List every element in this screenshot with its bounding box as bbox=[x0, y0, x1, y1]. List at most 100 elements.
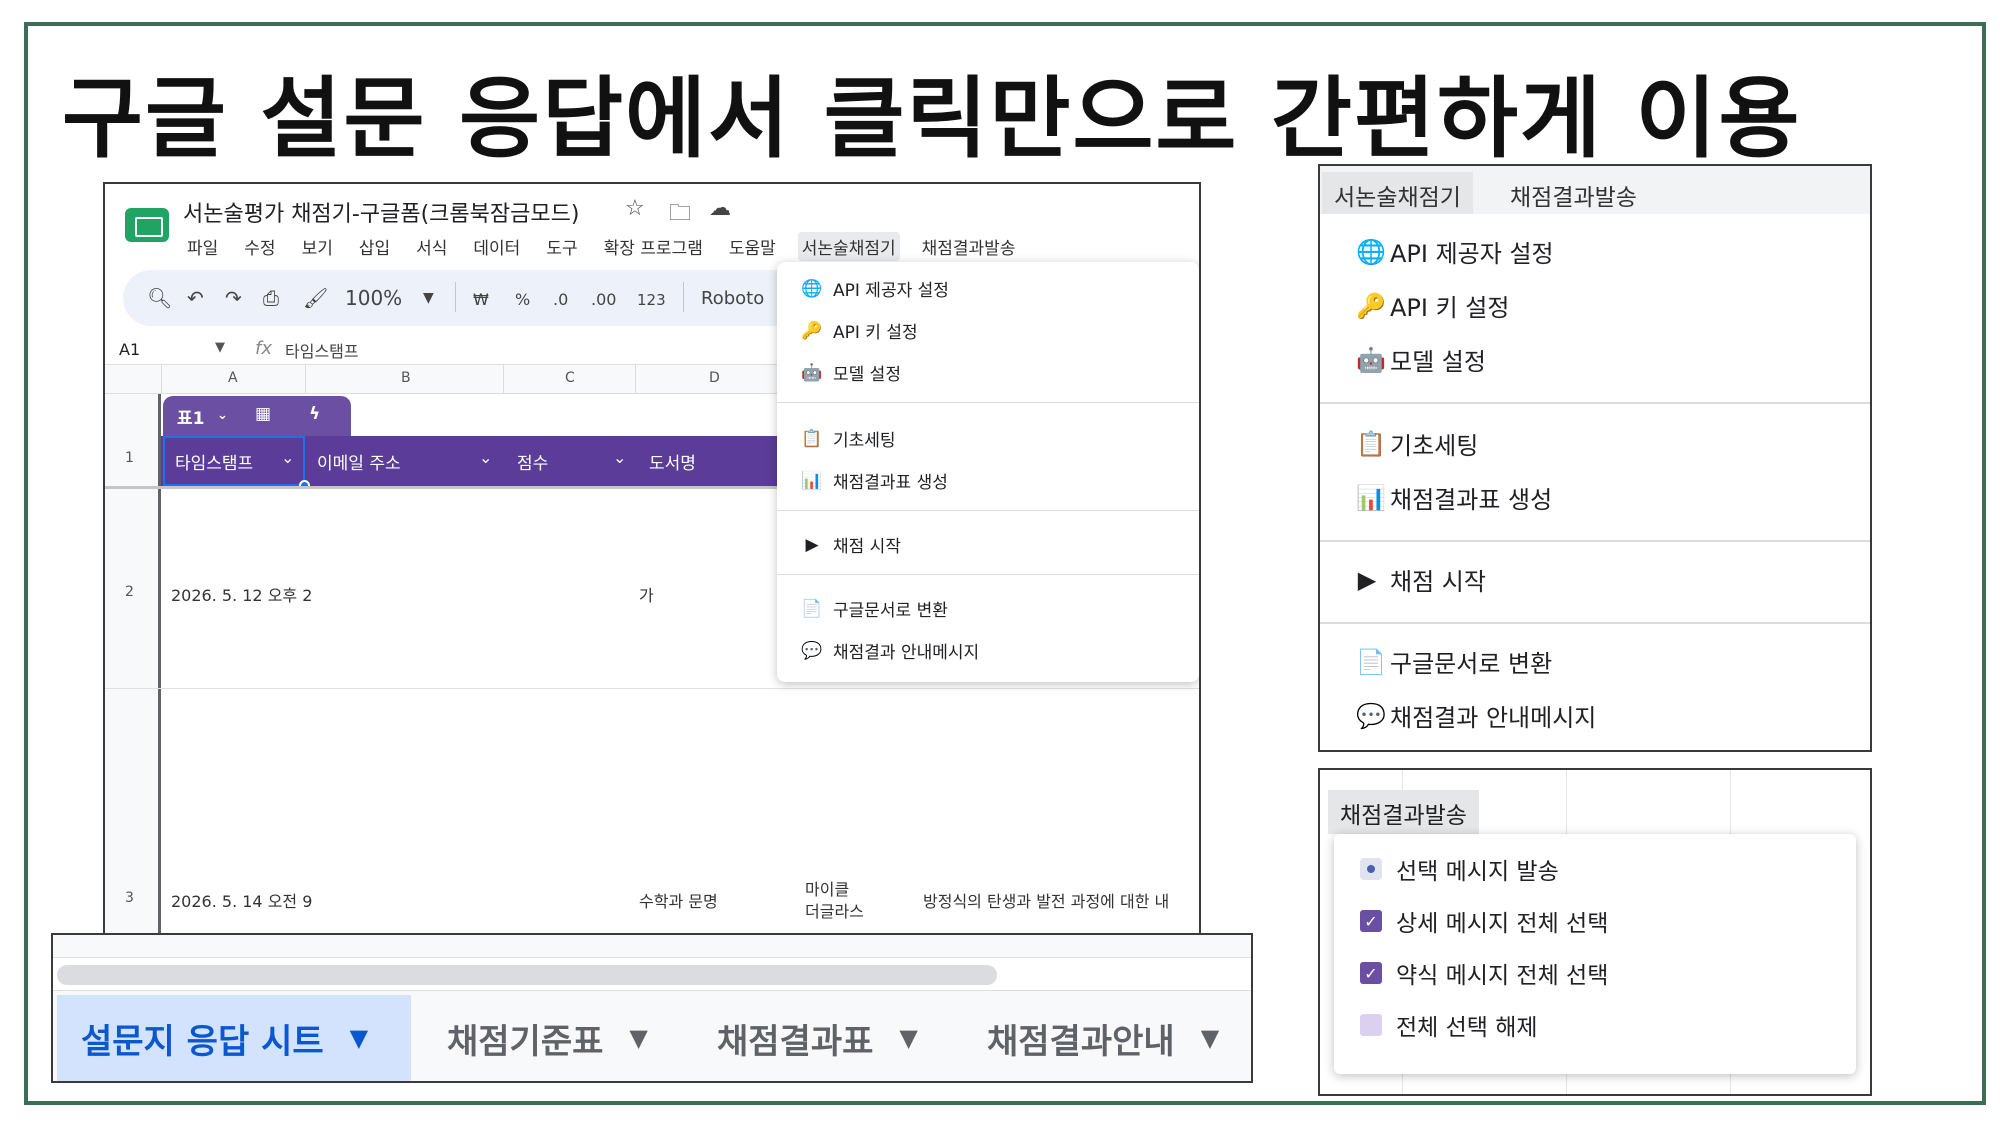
zoom-caret-icon[interactable]: ▼ bbox=[423, 290, 434, 306]
caret-down-icon[interactable]: ▼ bbox=[629, 1024, 647, 1052]
scrollbar-thumb[interactable] bbox=[57, 965, 997, 985]
menu-item-result-message[interactable]: 💬 채점결과 안내메시지 bbox=[1356, 698, 1596, 733]
menu-item-result-message[interactable]: 💬 채점결과 안내메시지 bbox=[801, 638, 979, 664]
redo-icon[interactable]: ↷ bbox=[225, 286, 242, 310]
menu-item-convert-docs[interactable]: 📄 구글문서로 변환 bbox=[1356, 644, 1552, 679]
menu-item-api-key[interactable]: 🔑 API 키 설정 bbox=[801, 318, 918, 344]
move-folder-icon[interactable]: 🗀 bbox=[669, 196, 691, 234]
undo-icon[interactable]: ↶ bbox=[187, 286, 204, 310]
formula-bar-input[interactable]: 타임스탬프 bbox=[285, 338, 359, 362]
zoom-select[interactable]: 100% bbox=[345, 286, 402, 310]
currency-format-button[interactable]: ₩ bbox=[473, 290, 489, 309]
sheet-tab-survey-responses[interactable]: 설문지 응답 시트 ▼ bbox=[57, 995, 411, 1081]
cell-timestamp[interactable]: 2026. 5. 14 오전 9 bbox=[171, 888, 312, 912]
column-header-c[interactable]: C bbox=[565, 370, 575, 386]
menu-item-label: API 키 설정 bbox=[833, 323, 918, 343]
header-email[interactable]: 이메일 주소 bbox=[317, 449, 401, 474]
menu-edit[interactable]: 수정 bbox=[240, 232, 279, 261]
increase-decimal-button[interactable]: .00 bbox=[591, 290, 616, 309]
cell-author-line1[interactable]: 마이클 bbox=[805, 876, 849, 900]
column-header-d[interactable]: D bbox=[709, 370, 720, 386]
menu-send-results[interactable]: 채점결과발송 bbox=[918, 232, 1020, 261]
cloud-status-icon[interactable]: ☁ bbox=[709, 196, 731, 221]
header-book-title[interactable]: 도서명 bbox=[649, 449, 696, 474]
menu-item-setup[interactable]: 📋 기초세팅 bbox=[801, 426, 895, 452]
menu-item-select-brief[interactable]: ✓ 약식 메시지 전체 선택 bbox=[1360, 956, 1608, 990]
menu-item-label: 구글문서로 변환 bbox=[833, 601, 948, 621]
menu-file[interactable]: 파일 bbox=[183, 232, 222, 261]
menu-item-start-grading[interactable]: ▶ 채점 시작 bbox=[801, 532, 901, 558]
star-icon[interactable]: ☆ bbox=[625, 196, 645, 221]
menu-item-setup[interactable]: 📋 기초세팅 bbox=[1356, 426, 1478, 461]
column-divider bbox=[503, 364, 504, 394]
name-box-caret-icon[interactable]: ▼ bbox=[215, 340, 225, 355]
menu-item-start-grading[interactable]: ▶ 채점 시작 bbox=[1356, 562, 1486, 597]
menu-item-api-provider[interactable]: 🌐 API 제공자 설정 bbox=[1356, 234, 1554, 269]
table-name[interactable]: 표1 bbox=[177, 404, 204, 429]
menu-extensions[interactable]: 확장 프로그램 bbox=[600, 232, 707, 261]
menu-format[interactable]: 서식 bbox=[412, 232, 451, 261]
menu-insert[interactable]: 삽입 bbox=[355, 232, 394, 261]
row-number[interactable]: 3 bbox=[125, 890, 134, 906]
cell-author-line2[interactable]: 더글라스 bbox=[805, 898, 864, 922]
calculator-icon[interactable]: ▦ bbox=[255, 404, 271, 424]
row-number[interactable]: 2 bbox=[125, 584, 134, 600]
column-header-a[interactable]: A bbox=[228, 370, 238, 386]
caret-down-icon[interactable]: ▼ bbox=[350, 1024, 368, 1052]
cell-book-title[interactable]: 가 bbox=[639, 582, 654, 606]
menu-item-api-provider[interactable]: 🌐 API 제공자 설정 bbox=[801, 276, 949, 302]
menu-item-model[interactable]: 🤖 모델 설정 bbox=[801, 360, 901, 386]
row-divider bbox=[105, 688, 1199, 689]
decrease-decimal-button[interactable]: .0 bbox=[553, 290, 568, 309]
menu-tools[interactable]: 도구 bbox=[542, 232, 581, 261]
caret-down-icon[interactable]: ▼ bbox=[899, 1024, 917, 1052]
cell-timestamp[interactable]: 2026. 5. 12 오후 2 bbox=[171, 582, 312, 606]
percent-format-button[interactable]: % bbox=[515, 290, 530, 309]
cell-summary[interactable]: 방정식의 탄생과 발전 과정에 대한 내 bbox=[923, 888, 1169, 912]
search-icon[interactable]: 🔍︎ bbox=[147, 286, 172, 310]
menu-view[interactable]: 보기 bbox=[298, 232, 337, 261]
chevron-down-icon[interactable]: ⌄ bbox=[217, 408, 228, 423]
menu-item-deselect-all[interactable]: 전체 선택 해제 bbox=[1360, 1008, 1538, 1042]
chevron-down-icon[interactable]: ⌄ bbox=[613, 448, 626, 467]
lightning-icon[interactable]: ϟ bbox=[309, 404, 320, 424]
header-score[interactable]: 점수 bbox=[517, 449, 548, 474]
menu-item-result-table[interactable]: 📊 채점결과표 생성 bbox=[1356, 480, 1552, 515]
menu-item-label: 채점 시작 bbox=[1390, 568, 1486, 596]
paint-format-icon[interactable]: 🖌︎ bbox=[303, 286, 328, 310]
font-select[interactable]: Roboto bbox=[701, 288, 764, 309]
menu-send-results[interactable]: 채점결과발송 bbox=[1498, 172, 1649, 214]
speech-bubble-icon: 💬 bbox=[801, 640, 823, 661]
sheet-tab-result-guide[interactable]: 채점결과안내 ▼ bbox=[963, 995, 1253, 1081]
menu-item-send-selected[interactable]: 선택 메시지 발송 bbox=[1360, 852, 1559, 886]
menu-item-model[interactable]: 🤖 모델 설정 bbox=[1356, 342, 1486, 377]
document-title[interactable]: 서논술평가 채점기-구글폼(크롬북잠금모드) bbox=[183, 196, 579, 228]
menu-item-api-key[interactable]: 🔑 API 키 설정 bbox=[1356, 288, 1509, 323]
sheets-logo-icon[interactable] bbox=[125, 208, 169, 242]
name-box[interactable]: A1 bbox=[119, 340, 140, 359]
row-number[interactable]: 1 bbox=[125, 450, 134, 466]
menu-send-results[interactable]: 채점결과발송 bbox=[1328, 790, 1479, 834]
globe-icon: 🌐 bbox=[801, 278, 823, 299]
menu-bar: 파일 수정 보기 삽입 서식 데이터 도구 확장 프로그램 도움말 서논술채점기… bbox=[183, 232, 1019, 261]
menu-grader[interactable]: 서논술채점기 bbox=[1322, 172, 1473, 214]
menu-item-convert-docs[interactable]: 📄 구글문서로 변환 bbox=[801, 596, 948, 622]
chevron-down-icon[interactable]: ⌄ bbox=[479, 448, 492, 467]
menu-grader[interactable]: 서논술채점기 bbox=[797, 232, 900, 261]
selected-cell-a1[interactable] bbox=[163, 436, 305, 486]
send-results-panel: 채점결과발송 선택 메시지 발송 ✓ 상세 메시지 전체 선택 ✓ 약식 메시지… bbox=[1318, 768, 1872, 1096]
speech-bubble-icon: 💬 bbox=[1356, 701, 1386, 730]
cell-book-title[interactable]: 수학과 문명 bbox=[639, 888, 718, 912]
column-divider bbox=[305, 364, 306, 394]
menu-item-select-detailed[interactable]: ✓ 상세 메시지 전체 선택 bbox=[1360, 904, 1608, 938]
menu-data[interactable]: 데이터 bbox=[469, 232, 524, 261]
menu-item-result-table[interactable]: 📊 채점결과표 생성 bbox=[801, 468, 947, 494]
column-header-b[interactable]: B bbox=[401, 370, 411, 386]
number-format-button[interactable]: 123 bbox=[637, 291, 666, 309]
menu-help[interactable]: 도움말 bbox=[725, 232, 780, 261]
formula-icon: fx bbox=[255, 338, 272, 359]
print-icon[interactable]: ⎙ bbox=[263, 286, 279, 310]
sheet-tab-results[interactable]: 채점결과표 ▼ bbox=[693, 995, 943, 1081]
sheet-tab-rubric[interactable]: 채점기준표 ▼ bbox=[423, 995, 673, 1081]
caret-down-icon[interactable]: ▼ bbox=[1201, 1024, 1219, 1052]
